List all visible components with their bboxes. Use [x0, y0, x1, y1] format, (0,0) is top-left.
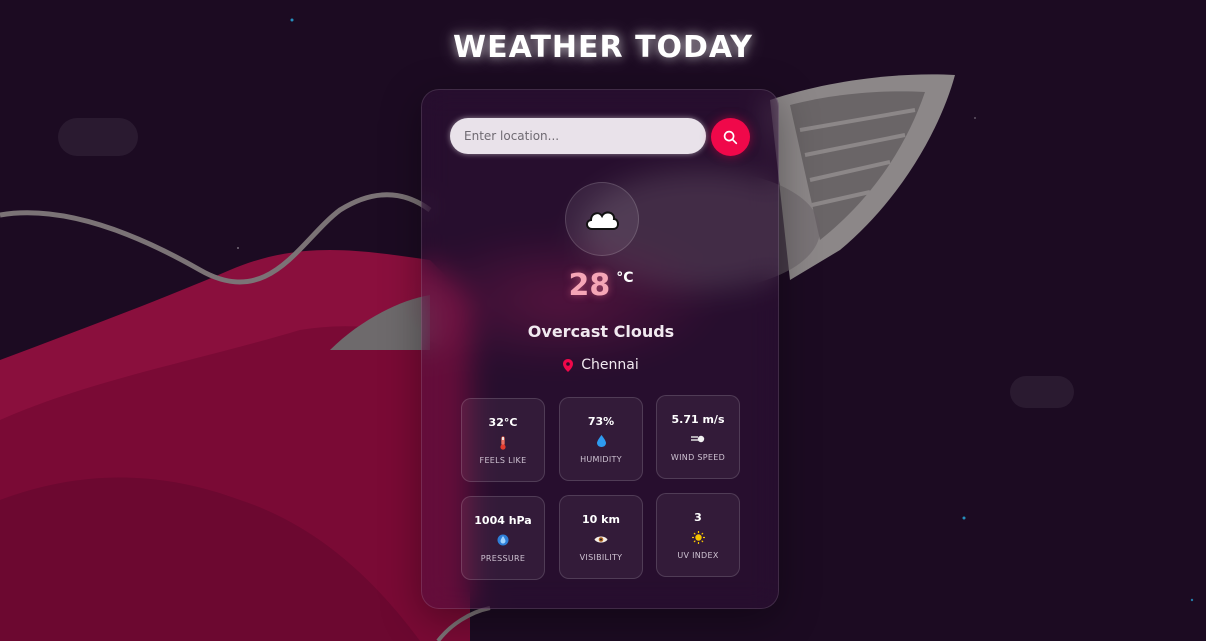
feels-like-value: 32°C	[488, 415, 518, 429]
wind-speed-value: 5.71 m/s	[671, 412, 725, 426]
stat-visibility: 10 km VISIBILITY	[559, 495, 643, 579]
location-pin-icon	[563, 358, 574, 372]
pressure-icon	[497, 534, 509, 548]
stat-wind-speed: 5.71 m/s WIND SPEED	[656, 395, 740, 479]
wind-speed-label: WIND SPEED	[670, 452, 726, 462]
feels-like-label: FEELS LIKE	[479, 455, 527, 465]
temperature-unit: °C	[616, 270, 634, 286]
weather-condition: Overcast Clouds	[527, 322, 675, 341]
stat-pressure: 1004 hPa PRESSURE	[461, 496, 545, 580]
humidity-label: HUMIDITY	[580, 454, 622, 464]
eye-icon	[594, 533, 608, 547]
cloud-icon	[586, 211, 619, 230]
visibility-value: 10 km	[582, 512, 620, 526]
temperature-value: 28	[568, 268, 611, 303]
location-name: Chennai	[581, 357, 639, 373]
wind-icon	[691, 433, 705, 447]
humidity-value: 73%	[587, 414, 615, 428]
pressure-label: PRESSURE	[480, 553, 526, 563]
pressure-value: 1004 hPa	[474, 513, 532, 527]
stat-uv-index: 3 UV INDEX	[656, 493, 740, 577]
weather-card: 28 °C Overcast Clouds Chennai 32°C FEELS …	[421, 89, 779, 609]
search-button[interactable]	[711, 118, 750, 156]
uv-index-value: 3	[694, 510, 702, 524]
stat-feels-like: 32°C FEELS LIKE	[461, 398, 545, 482]
sun-icon	[691, 530, 705, 545]
uv-index-label: UV INDEX	[677, 550, 719, 560]
page-title: WEATHER TODAY	[452, 30, 754, 65]
temperature-display: 28 °C	[422, 268, 780, 303]
thermometer-icon	[499, 435, 507, 450]
search-icon	[723, 130, 738, 144]
location-display: Chennai	[422, 357, 780, 373]
visibility-label: VISIBILITY	[579, 552, 623, 562]
droplet-icon	[596, 434, 606, 449]
stat-humidity: 73% HUMIDITY	[559, 397, 643, 481]
weather-icon-container	[565, 182, 639, 256]
search-input[interactable]	[450, 118, 706, 154]
